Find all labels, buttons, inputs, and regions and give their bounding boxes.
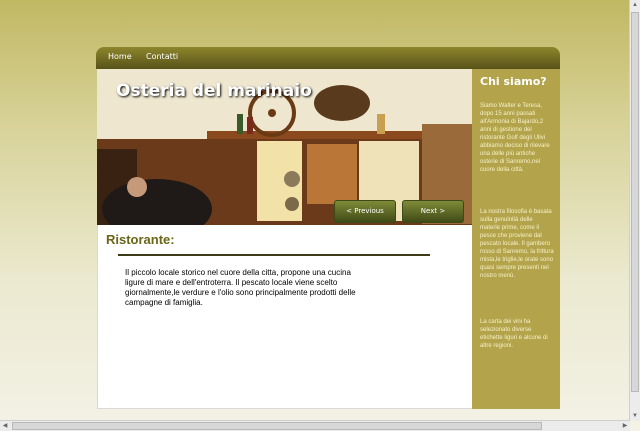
nav-link-home[interactable]: Home — [108, 52, 132, 61]
next-button[interactable]: Next > — [402, 200, 464, 223]
vertical-scrollbar[interactable]: ▲ ▼ — [629, 0, 640, 421]
horizontal-scroll-thumb[interactable] — [12, 422, 542, 430]
site-container: Home Contatti Osteria del marinaio < Pre… — [96, 47, 560, 409]
vertical-scroll-thumb[interactable] — [631, 12, 639, 392]
sidebar-paragraph: La nostra filosofia è basata sulla genui… — [480, 209, 554, 279]
section-title: Ristorante: — [106, 232, 175, 247]
right-arrow-icon[interactable]: ▶ — [620, 421, 630, 431]
hero-slideshow: Osteria del marinaio < Previous Next > — [97, 69, 472, 225]
nav-bar: Home Contatti — [96, 47, 560, 69]
previous-button[interactable]: < Previous — [334, 200, 396, 223]
left-arrow-icon[interactable]: ◀ — [0, 421, 10, 431]
up-arrow-icon[interactable]: ▲ — [630, 0, 640, 10]
description-text: Il piccolo locale storico nel cuore dell… — [125, 268, 356, 307]
down-arrow-icon[interactable]: ▼ — [630, 411, 640, 421]
divider — [118, 254, 430, 256]
horizontal-scrollbar[interactable]: ◀ ▶ — [0, 420, 630, 431]
sidebar-paragraph: La carta dei vini ha selezionato diverse… — [480, 319, 548, 349]
sidebar: Chi siamo? Siamo Walter e Teresa, dopo 1… — [472, 69, 560, 409]
site-title: Osteria del marinaio — [116, 81, 312, 101]
nav-link-contatti[interactable]: Contatti — [146, 52, 178, 61]
sidebar-title: Chi siamo? — [480, 75, 547, 88]
sidebar-paragraph: Siamo Walter e Teresa, dopo 15 anni pass… — [480, 103, 550, 173]
main-content: Ristorante: Il piccolo locale storico ne… — [97, 225, 473, 409]
